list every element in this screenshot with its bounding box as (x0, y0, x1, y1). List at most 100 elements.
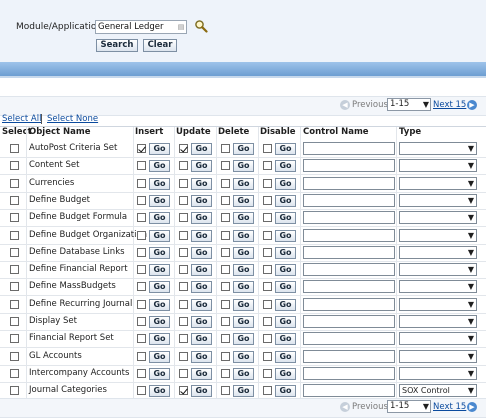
type-select[interactable]: ▼ (399, 263, 477, 276)
update-go-button[interactable]: Go (191, 368, 212, 380)
insert-go-button[interactable]: Go (149, 230, 170, 242)
update-checkbox[interactable] (179, 196, 188, 205)
next-icon[interactable]: ▶ (467, 100, 477, 110)
select-none-link[interactable]: Select None (47, 114, 98, 124)
select-checkbox[interactable] (10, 161, 19, 170)
disable-go-button[interactable]: Go (275, 160, 296, 172)
control-name-input[interactable] (303, 332, 395, 345)
delete-go-button[interactable]: Go (233, 195, 254, 207)
select-checkbox[interactable] (10, 231, 19, 240)
insert-go-button[interactable]: Go (149, 368, 170, 380)
next-icon[interactable]: ▶ (467, 402, 477, 412)
update-checkbox[interactable] (179, 282, 188, 291)
disable-go-button[interactable]: Go (275, 351, 296, 363)
delete-go-button[interactable]: Go (233, 264, 254, 276)
insert-checkbox[interactable] (137, 386, 146, 395)
disable-checkbox[interactable] (263, 369, 272, 378)
disable-checkbox[interactable] (263, 317, 272, 326)
delete-checkbox[interactable] (221, 213, 230, 222)
insert-checkbox[interactable] (137, 144, 146, 153)
delete-go-button[interactable]: Go (233, 247, 254, 259)
disable-go-button[interactable]: Go (275, 230, 296, 242)
delete-go-button[interactable]: Go (233, 385, 254, 397)
delete-checkbox[interactable] (221, 352, 230, 361)
update-go-button[interactable]: Go (191, 351, 212, 363)
select-checkbox[interactable] (10, 300, 19, 309)
delete-go-button[interactable]: Go (233, 333, 254, 345)
insert-go-button[interactable]: Go (149, 333, 170, 345)
select-checkbox[interactable] (10, 369, 19, 378)
disable-go-button[interactable]: Go (275, 212, 296, 224)
control-name-input[interactable] (303, 384, 395, 397)
update-go-button[interactable]: Go (191, 281, 212, 293)
type-select[interactable]: SOX Control ▼ (399, 384, 477, 397)
select-checkbox[interactable] (10, 265, 19, 274)
insert-checkbox[interactable] (137, 196, 146, 205)
insert-checkbox[interactable] (137, 161, 146, 170)
disable-go-button[interactable]: Go (275, 299, 296, 311)
next-link[interactable]: Next 15 (433, 100, 466, 110)
control-name-input[interactable] (303, 263, 395, 276)
insert-checkbox[interactable] (137, 282, 146, 291)
type-select[interactable]: ▼ (399, 177, 477, 190)
type-select[interactable]: ▼ (399, 367, 477, 380)
insert-go-button[interactable]: Go (149, 316, 170, 328)
select-checkbox[interactable] (10, 282, 19, 291)
insert-checkbox[interactable] (137, 231, 146, 240)
control-name-input[interactable] (303, 367, 395, 380)
update-go-button[interactable]: Go (191, 333, 212, 345)
update-go-button[interactable]: Go (191, 160, 212, 172)
search-icon[interactable] (194, 19, 208, 33)
delete-checkbox[interactable] (221, 196, 230, 205)
insert-checkbox[interactable] (137, 179, 146, 188)
delete-checkbox[interactable] (221, 248, 230, 257)
insert-checkbox[interactable] (137, 317, 146, 326)
insert-go-button[interactable]: Go (149, 264, 170, 276)
control-name-input[interactable] (303, 350, 395, 363)
disable-checkbox[interactable] (263, 352, 272, 361)
control-name-input[interactable] (303, 159, 395, 172)
insert-go-button[interactable]: Go (149, 351, 170, 363)
delete-go-button[interactable]: Go (233, 351, 254, 363)
delete-go-button[interactable]: Go (233, 160, 254, 172)
disable-checkbox[interactable] (263, 282, 272, 291)
disable-go-button[interactable]: Go (275, 143, 296, 155)
update-checkbox[interactable] (179, 334, 188, 343)
insert-go-button[interactable]: Go (149, 247, 170, 259)
insert-checkbox[interactable] (137, 213, 146, 222)
update-go-button[interactable]: Go (191, 195, 212, 207)
search-button[interactable]: Search (96, 39, 138, 52)
delete-go-button[interactable]: Go (233, 212, 254, 224)
control-name-input[interactable] (303, 229, 395, 242)
type-select[interactable]: ▼ (399, 194, 477, 207)
delete-go-button[interactable]: Go (233, 299, 254, 311)
control-name-input[interactable] (303, 194, 395, 207)
delete-checkbox[interactable] (221, 265, 230, 274)
select-checkbox[interactable] (10, 317, 19, 326)
disable-go-button[interactable]: Go (275, 178, 296, 190)
select-checkbox[interactable] (10, 248, 19, 257)
control-name-input[interactable] (303, 142, 395, 155)
type-select[interactable]: ▼ (399, 211, 477, 224)
list-icon[interactable]: ▤ (177, 23, 185, 31)
select-checkbox[interactable] (10, 352, 19, 361)
disable-checkbox[interactable] (263, 265, 272, 274)
insert-checkbox[interactable] (137, 265, 146, 274)
delete-go-button[interactable]: Go (233, 316, 254, 328)
delete-go-button[interactable]: Go (233, 281, 254, 293)
type-select[interactable]: ▼ (399, 315, 477, 328)
record-range-select[interactable]: 1-15 ▼ (387, 98, 431, 111)
delete-checkbox[interactable] (221, 282, 230, 291)
delete-checkbox[interactable] (221, 386, 230, 395)
update-checkbox[interactable] (179, 386, 188, 395)
insert-checkbox[interactable] (137, 248, 146, 257)
update-checkbox[interactable] (179, 179, 188, 188)
disable-checkbox[interactable] (263, 231, 272, 240)
clear-button[interactable]: Clear (143, 39, 177, 52)
update-checkbox[interactable] (179, 352, 188, 361)
update-go-button[interactable]: Go (191, 264, 212, 276)
update-checkbox[interactable] (179, 213, 188, 222)
delete-checkbox[interactable] (221, 161, 230, 170)
control-name-input[interactable] (303, 298, 395, 311)
update-checkbox[interactable] (179, 231, 188, 240)
